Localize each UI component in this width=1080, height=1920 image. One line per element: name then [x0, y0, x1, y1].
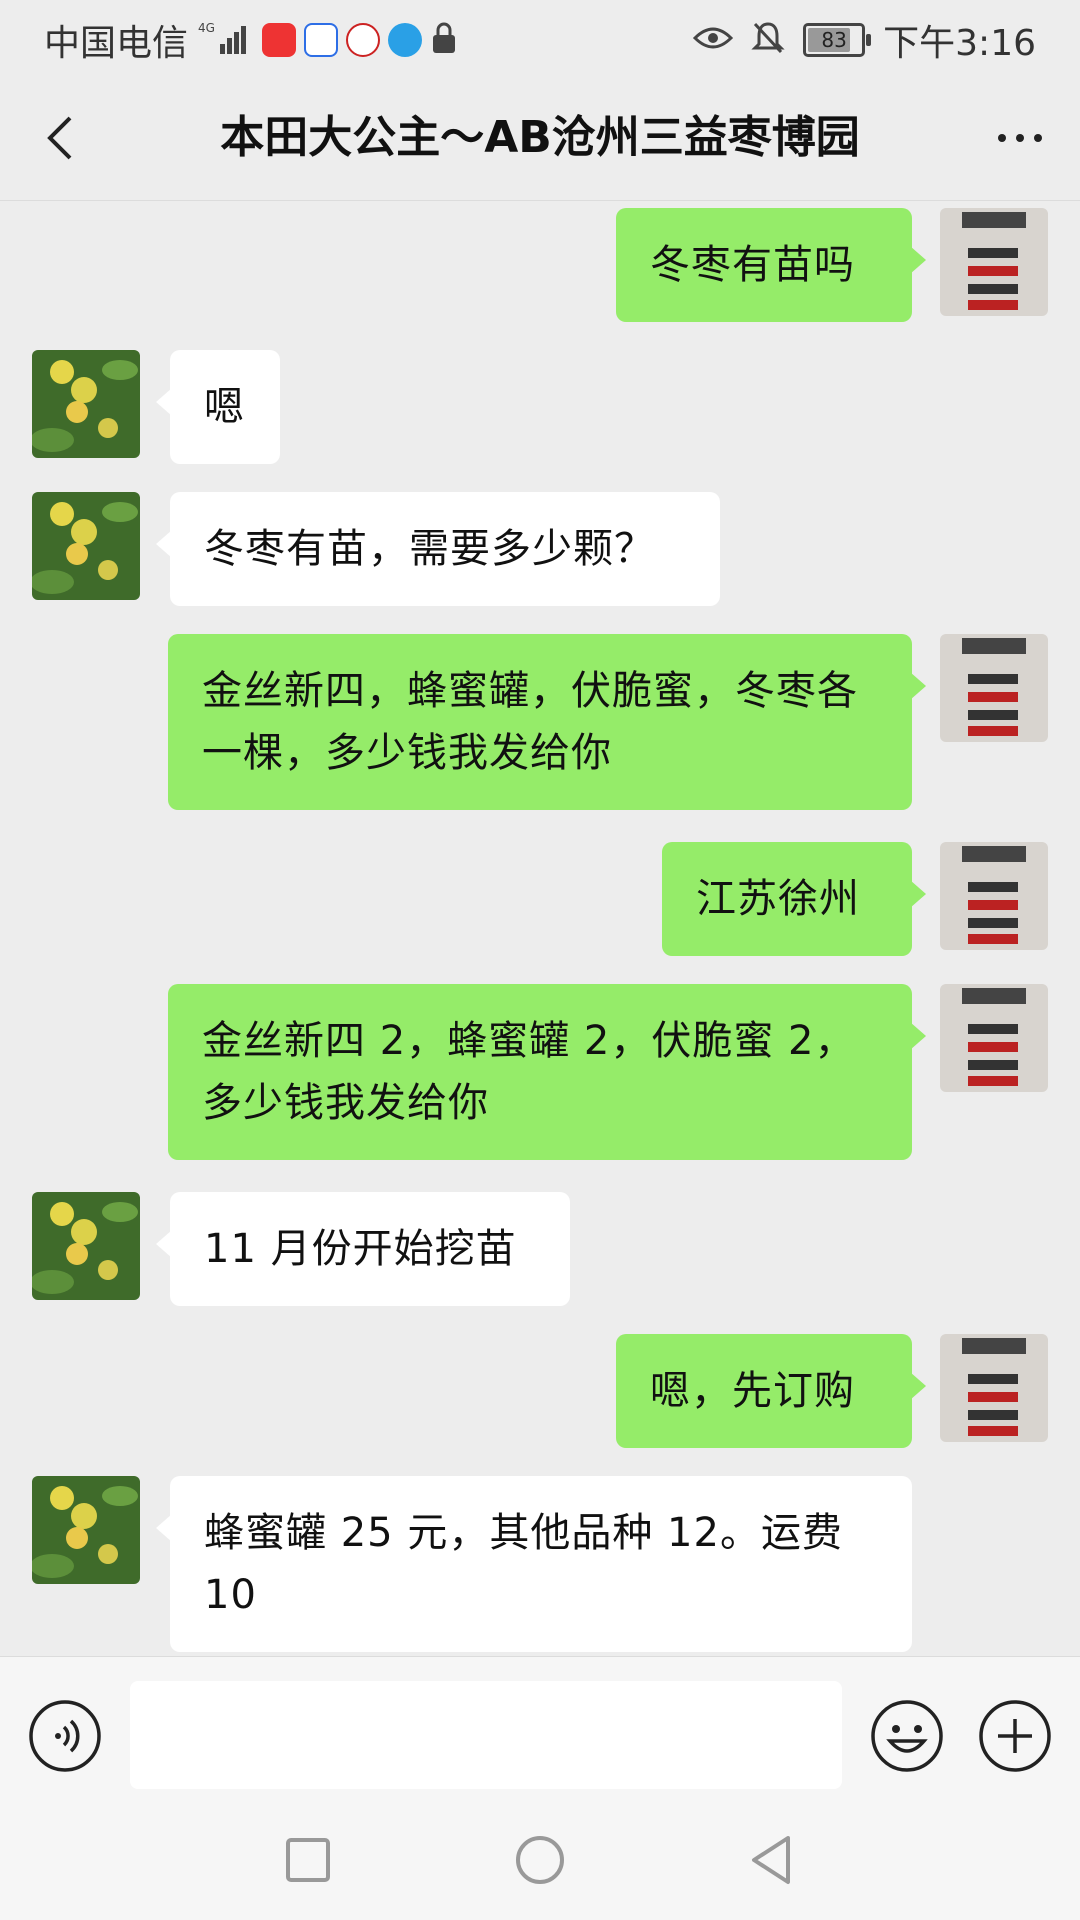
message-input[interactable]	[130, 1681, 842, 1789]
more-actions-button[interactable]	[978, 1699, 1052, 1773]
signal-icon: 4G	[196, 18, 254, 62]
huawei-app-icon	[262, 23, 297, 57]
plus-icon	[979, 1700, 1051, 1772]
system-nav-bar	[0, 1800, 1080, 1920]
contact-avatar[interactable]	[32, 492, 140, 600]
chat-title: 本田大公主～AB沧州三益枣博园	[220, 112, 860, 163]
my-avatar[interactable]	[940, 984, 1048, 1092]
carrier-label: 中国电信	[44, 23, 189, 64]
chevron-left-icon	[47, 116, 72, 160]
voice-button[interactable]	[28, 1699, 102, 1773]
my-avatar[interactable]	[940, 842, 1048, 950]
status-bar: 中国电信 4G 83 下午3:16	[0, 0, 1080, 76]
triangle-back-icon	[752, 1836, 790, 1884]
contact-avatar[interactable]	[32, 350, 140, 458]
message-bubble-outgoing[interactable]: 江苏徐州	[662, 842, 926, 956]
more-icon	[998, 134, 1042, 142]
message-list[interactable]: 冬枣有苗吗 嗯 冬枣有苗，需要多少颗？ 金丝新四，蜂蜜罐，伏脆蜜，冬枣各一棵，多…	[0, 200, 1080, 1656]
message-bubble-outgoing[interactable]: 金丝新四 2，蜂蜜罐 2，伏脆蜜 2，多少钱我发给你	[168, 984, 926, 1160]
back-nav-button[interactable]	[742, 1830, 802, 1890]
status-time: 下午3:16	[883, 23, 1036, 64]
home-button[interactable]	[510, 1830, 570, 1890]
more-button[interactable]	[988, 106, 1052, 170]
contact-avatar[interactable]	[32, 1476, 140, 1584]
message-bubble-outgoing[interactable]: 金丝新四，蜂蜜罐，伏脆蜜，冬枣各一棵，多少钱我发给你	[168, 634, 926, 810]
message-bubble-incoming[interactable]: 冬枣有苗，需要多少颗？	[156, 492, 720, 606]
message-bubble-outgoing[interactable]: 嗯，先订购	[616, 1334, 926, 1448]
eye-icon	[693, 24, 734, 56]
back-button[interactable]	[30, 106, 94, 170]
my-avatar[interactable]	[940, 1334, 1048, 1442]
my-avatar[interactable]	[940, 208, 1048, 316]
chat-header: 本田大公主～AB沧州三益枣博园	[0, 76, 1080, 201]
bell-off-icon	[751, 20, 785, 60]
message-bubble-incoming[interactable]: 嗯	[156, 350, 280, 464]
message-bubble-incoming[interactable]: 11 月份开始挖苗	[156, 1192, 570, 1306]
message-bubble-incoming[interactable]: 蜂蜜罐 25 元，其他品种 12。运费 10	[156, 1476, 912, 1652]
my-avatar[interactable]	[940, 634, 1048, 742]
input-bar	[0, 1656, 1080, 1801]
message-bubble-outgoing[interactable]: 冬枣有苗吗	[616, 208, 926, 322]
smile-icon	[871, 1700, 943, 1772]
battery-icon: 83	[803, 23, 872, 57]
baidu-icon	[304, 23, 339, 57]
lock-icon	[430, 21, 458, 59]
app-icon	[346, 23, 381, 57]
network-label: 4G	[198, 21, 215, 35]
browser-icon	[388, 23, 423, 57]
battery-level: 83	[821, 28, 847, 52]
circle-icon	[516, 1836, 564, 1884]
emoji-button[interactable]	[870, 1699, 944, 1773]
square-icon	[286, 1838, 330, 1882]
recent-apps-button[interactable]	[278, 1830, 338, 1890]
voice-icon	[29, 1700, 101, 1772]
contact-avatar[interactable]	[32, 1192, 140, 1300]
